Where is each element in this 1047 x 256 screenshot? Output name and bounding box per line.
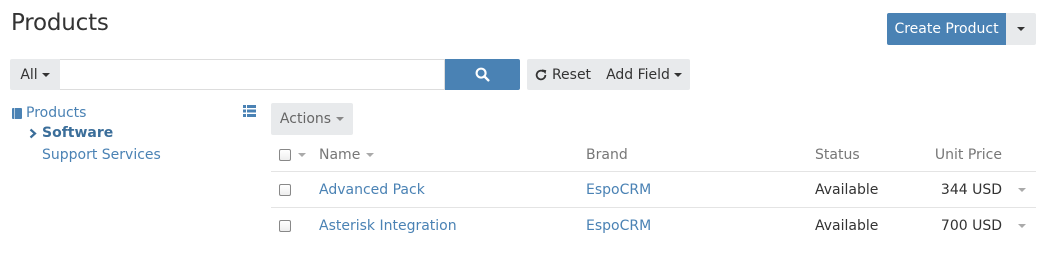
column-header-brand[interactable]: Brand xyxy=(586,138,628,171)
select-all-cell xyxy=(279,138,306,171)
reset-label: Reset xyxy=(551,66,592,83)
column-header-unit-price[interactable]: Unit Price xyxy=(911,138,1002,171)
product-name-link[interactable]: Advanced Pack xyxy=(319,182,425,198)
create-product-button[interactable]: Create Product xyxy=(887,13,1006,45)
column-header-name[interactable]: Name xyxy=(319,138,375,171)
tree-item-software[interactable]: Software xyxy=(29,125,113,141)
tree-root-label: Products xyxy=(26,105,87,121)
brand-link[interactable]: EspoCRM xyxy=(586,218,651,234)
actions-label: Actions xyxy=(279,111,332,127)
actions-button[interactable]: Actions xyxy=(271,103,353,135)
status-cell: Available xyxy=(815,218,879,234)
chevron-right-icon xyxy=(29,128,37,138)
select-all-checkbox[interactable] xyxy=(279,148,291,161)
filter-dropdown[interactable]: All xyxy=(10,59,60,90)
row-actions-caret-icon[interactable] xyxy=(1018,187,1026,192)
row-checkbox[interactable] xyxy=(279,220,291,232)
unit-price-cell: 344 USD xyxy=(940,181,1002,198)
table-row: Asterisk Integration EspoCRM Available 7… xyxy=(271,208,1036,244)
table-row: Advanced Pack EspoCRM Available 344 USD xyxy=(271,172,1036,208)
caret-down-icon[interactable] xyxy=(298,152,306,157)
filter-label: All xyxy=(20,66,38,83)
column-header-status[interactable]: Status xyxy=(815,138,860,171)
search-input[interactable] xyxy=(60,59,445,90)
book-icon xyxy=(12,107,22,119)
add-field-button[interactable]: Add Field xyxy=(598,59,690,90)
caret-down-icon xyxy=(1017,27,1025,31)
tree-item-label: Software xyxy=(42,125,114,141)
caret-down-icon xyxy=(41,72,50,77)
sort-caret-icon xyxy=(366,152,375,157)
category-tree: Products Software Support Services xyxy=(11,104,261,163)
tree-root-products[interactable]: Products xyxy=(11,104,261,122)
row-actions-caret-icon[interactable] xyxy=(1018,224,1026,228)
table-header-row: Name Brand Status Unit Price xyxy=(271,138,1036,172)
search-button[interactable] xyxy=(445,59,520,90)
search-icon xyxy=(475,67,490,82)
reset-button[interactable]: Reset xyxy=(527,59,598,90)
status-cell: Available xyxy=(815,181,879,198)
brand-link[interactable]: EspoCRM xyxy=(586,182,651,198)
refresh-icon xyxy=(535,68,547,80)
caret-down-icon xyxy=(336,117,345,121)
page-title: Products xyxy=(11,10,109,36)
caret-down-icon xyxy=(673,72,682,77)
list-icon[interactable] xyxy=(243,105,256,117)
tree-item-support-services[interactable]: Support Services xyxy=(42,147,161,163)
unit-price-cell: 700 USD xyxy=(940,218,1002,234)
row-checkbox[interactable] xyxy=(279,183,291,196)
add-field-label: Add Field xyxy=(606,66,670,83)
product-name-link[interactable]: Asterisk Integration xyxy=(319,218,457,234)
create-dropdown-toggle[interactable] xyxy=(1006,13,1036,45)
